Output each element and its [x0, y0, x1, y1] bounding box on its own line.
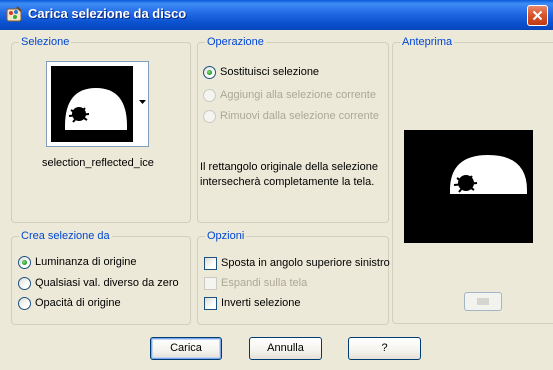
operazione-group-title: Operazione [205, 36, 266, 48]
title-bar[interactable]: Carica selezione da disco [0, 0, 553, 30]
app-icon [6, 6, 22, 22]
radio-button [203, 110, 216, 123]
preview-image [404, 130, 533, 243]
help-button[interactable]: ? [348, 337, 421, 360]
opzioni-group-title: Opzioni [205, 230, 247, 242]
load-button[interactable]: Carica [150, 337, 222, 360]
close-button[interactable] [527, 5, 548, 26]
anteprima-group-title: Anteprima [400, 36, 455, 48]
window-title: Carica selezione da disco [28, 6, 187, 21]
crea-selezione-group-title: Crea selezione da [19, 230, 112, 242]
radio-button[interactable] [18, 256, 31, 269]
checkbox[interactable] [204, 257, 217, 270]
selezione-group-title: Selezione [19, 36, 72, 48]
selection-thumbnail [51, 66, 133, 142]
selection-thumbnail-dropdown[interactable] [46, 61, 149, 147]
zoom-icon [477, 298, 489, 305]
radio-button[interactable] [203, 66, 216, 79]
selection-file-name: selection_reflected_ice [42, 157, 154, 169]
checkbox [204, 277, 217, 290]
close-icon [532, 10, 543, 21]
chevron-down-icon [139, 100, 146, 104]
radio-button[interactable] [18, 277, 31, 290]
cancel-button[interactable]: Annulla [249, 337, 322, 360]
radio-button [203, 89, 216, 102]
checkbox[interactable] [204, 297, 217, 310]
radio-button[interactable] [18, 297, 31, 310]
preview-zoom-button[interactable] [464, 292, 502, 311]
operation-description: Il rettangolo originale della selezione … [200, 161, 378, 188]
